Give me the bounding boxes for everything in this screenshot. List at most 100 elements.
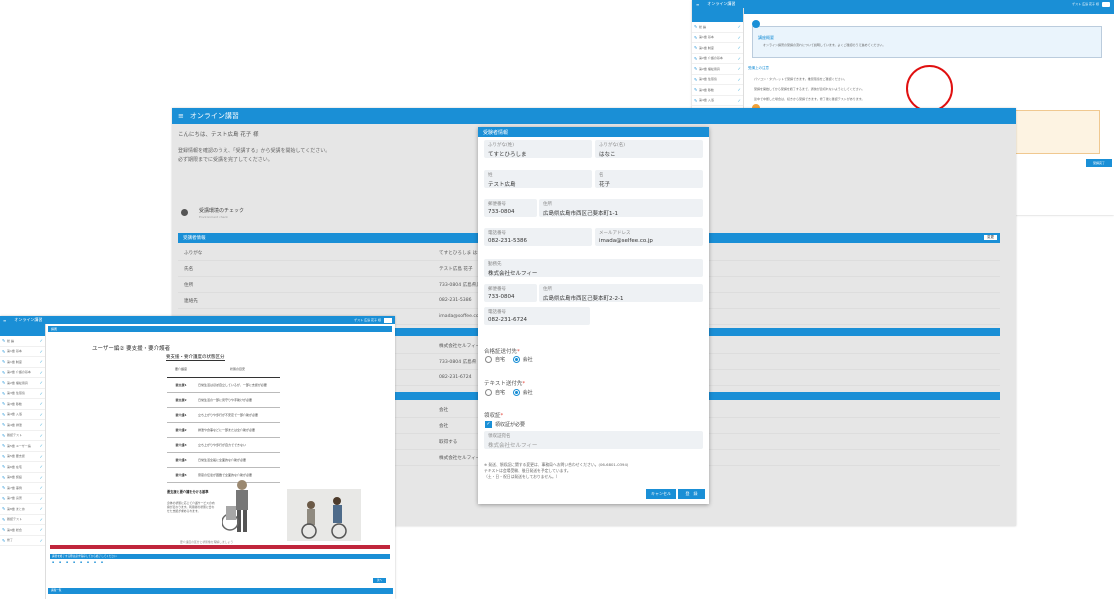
pagination-dots[interactable]: ▪ ▪ ▪ ▪ ▪ ▪ ▪ ▪: [52, 560, 105, 564]
sidebar-item[interactable]: ✎ 第2章 福祉用具 ✓: [0, 378, 45, 389]
sidebar-item[interactable]: ✎第6章 施設✓: [0, 473, 45, 483]
right-header: ≡ オンライン講習 ゲスト 広島 花子 様: [692, 0, 1114, 8]
radio-home[interactable]: 自宅: [485, 389, 505, 396]
form-field[interactable]: ふりがな(名) はなこ: [595, 140, 703, 158]
sidebar-item[interactable]: ✎ 第3章 移動 ✓: [0, 399, 45, 410]
sidebar-item-label: 第5章 ユーザー編: [7, 443, 31, 448]
sidebar-item[interactable]: ✎ 第1章 基本 ✓: [692, 33, 743, 43]
sidebar-item[interactable]: ✎ 第2章 介護の基本 ✓: [692, 54, 743, 64]
field-label: ふりがな(姓): [488, 143, 515, 148]
sidebar-item[interactable]: ✎ 第1章 基本 ✓: [0, 347, 45, 357]
receipt-check-label: 領収証が必要: [495, 422, 526, 428]
sidebar-item[interactable]: ✎ 第4章 入浴 ✓: [0, 410, 45, 420]
sidebar-item[interactable]: ✎ 第1章 制度 ✓: [0, 357, 45, 368]
check-icon: ✓: [39, 411, 43, 417]
form-field[interactable]: ふりがな(姓) てすとひろしま: [484, 140, 592, 158]
sidebar-item-label: 総 論: [7, 338, 14, 343]
radio-home[interactable]: 自宅: [485, 356, 505, 363]
next-button[interactable]: 次へ: [373, 578, 386, 583]
field-value: 082-231-6724: [488, 317, 527, 323]
menu-icon[interactable]: ≡: [696, 2, 699, 7]
form-field[interactable]: 電話番号 082-231-5386: [484, 228, 592, 246]
row-value: 株式会社セルフィー: [439, 343, 481, 349]
menu-icon[interactable]: ≡: [3, 318, 6, 323]
form-field[interactable]: 姓テスト広島: [484, 170, 592, 188]
check-icon: ✓: [39, 485, 43, 491]
sidebar-item[interactable]: ✎第5章 ユーザー編✓: [0, 441, 45, 452]
sidebar-item[interactable]: ✎確認テスト✓: [0, 431, 45, 441]
sidebar-item[interactable]: ✎第7章 演習✓: [0, 494, 45, 504]
box1-text: オンライン講習の受講の流れについて説明しています。よくご確認のうえ進めてください…: [763, 43, 886, 47]
sidebar-item[interactable]: ✎ 第1章 制度 ✓: [692, 43, 743, 54]
sidebar-item[interactable]: ✎ 第2章 福祉用具 ✓: [692, 64, 743, 75]
check-icon: ✓: [737, 55, 741, 61]
row-label: 連絡先: [184, 298, 198, 304]
sidebar-item[interactable]: ✎ 第4章 入浴 ✓: [692, 96, 743, 106]
sidebar-item[interactable]: ✎ 第3章 移動 ✓: [692, 85, 743, 96]
radio-company[interactable]: 会社: [512, 389, 533, 396]
note-line: （土・日・祝日は発送をしておりません。）: [484, 474, 560, 479]
row-value: 株式会社セルフィー: [439, 455, 481, 461]
field-label: 勤務先: [488, 262, 502, 267]
row-value: テスト広島 花子: [439, 266, 473, 272]
form-field[interactable]: 住所 広島県広島市西区己斐本町2-2-1: [539, 284, 703, 302]
q2-radios: 自宅 会社: [485, 389, 533, 396]
sidebar-item[interactable]: ✎第7章 事例✓: [0, 483, 45, 494]
logout-button[interactable]: [1102, 1, 1110, 7]
tab-lecture[interactable]: 講義: [51, 327, 57, 331]
form-field[interactable]: 郵便番号 733-0804: [484, 284, 537, 302]
sidebar-item[interactable]: ✎第8章 まとめ✓: [0, 504, 45, 515]
complete-label: 受講完了: [1092, 161, 1105, 165]
sidebar-item-label: 第1章 制度: [699, 45, 714, 50]
receipt-name-field[interactable]: 領収証宛名 株式会社セルフィー: [484, 431, 703, 449]
form-field[interactable]: 名花子: [595, 170, 703, 188]
radio-company[interactable]: 会社: [512, 356, 533, 363]
sidebar-item[interactable]: ✎第9章 総合✓: [0, 525, 45, 536]
field-label: 電話番号: [488, 310, 506, 315]
table-row: 要介護1 立ち上がりや歩行が不安定で一部介助が必要: [167, 407, 280, 423]
sidebar-item-label: 第2章 福祉用具: [699, 66, 720, 71]
menu-icon[interactable]: ≡: [178, 112, 184, 120]
form-field[interactable]: 住所 広島県広島市西区己斐本町1-1: [539, 199, 703, 217]
form-field[interactable]: 勤務先株式会社セルフィー: [484, 259, 703, 277]
care-level: 要介護3: [167, 437, 195, 453]
form-field[interactable]: 電話番号 082-231-6724: [484, 307, 590, 325]
field-value: はなこ: [599, 152, 616, 158]
sidebar-item[interactable]: ✎ 総 論 ✓: [692, 22, 743, 33]
info-bar-label: 受講者情報: [183, 236, 206, 241]
check-icon: ✓: [39, 359, 43, 365]
form-field[interactable]: メールアドレス imada@selfee.co.jp: [595, 228, 703, 246]
sidebar-item[interactable]: ✎ 第3章 住環境 ✓: [692, 75, 743, 85]
sidebar-item[interactable]: ✎第5章 要支援✓: [0, 452, 45, 462]
field-value: テスト広島: [488, 182, 516, 188]
edit-button[interactable]: 変更: [984, 235, 997, 240]
section-title: 要支援・要介護度の状態区分: [166, 355, 225, 361]
sidebar-item[interactable]: ✎第6章 在宅✓: [0, 462, 45, 473]
flow-step-icon: [752, 20, 760, 28]
submit-button[interactable]: 登 録: [678, 489, 705, 499]
logout-button[interactable]: [384, 317, 392, 323]
sidebar-item[interactable]: ✎第4章 排泄✓: [0, 420, 45, 431]
sidebar-item-label: 修了: [7, 538, 14, 543]
cancel-button[interactable]: キャンセル: [646, 489, 676, 499]
check-title: 受講環境のチェック: [199, 208, 245, 214]
check-icon: ✓: [737, 45, 741, 51]
sidebar-item[interactable]: ✎ 修了 ✓: [0, 536, 45, 546]
field-label: 住所: [543, 287, 552, 292]
sidebar-item[interactable]: ✎ 第2章 介護の基本 ✓: [0, 368, 45, 378]
care-desc: 排泄や食事などに一部または全介助が必要: [195, 422, 280, 438]
field-value: 株式会社セルフィー: [488, 271, 538, 277]
note-item: パソコン・タブレットで受講できます。推奨環境をご確認ください。: [754, 77, 847, 81]
check-icon: ✓: [39, 348, 43, 354]
sidebar-item-label: 第3章 住環境: [7, 391, 25, 396]
receipt-checkbox[interactable]: ✓ 領収証が必要: [485, 421, 525, 428]
note-item: 途中で中断した場合は、続きから受講できます。修了後に確認テストがあります。: [754, 97, 865, 101]
sidebar-item[interactable]: ✎確認テスト✓: [0, 515, 45, 525]
sidebar-item[interactable]: ✎ 総 論 ✓: [0, 336, 45, 347]
form-field[interactable]: 郵便番号 733-0804: [484, 199, 537, 217]
sidebar-item[interactable]: ✎ 第3章 住環境 ✓: [0, 389, 45, 399]
check-icon: ✓: [737, 66, 741, 72]
care-level: 要介護1: [167, 407, 195, 423]
middle-header: ≡ オンライン講習: [172, 108, 1016, 124]
complete-button[interactable]: 受講完了: [1086, 159, 1112, 167]
